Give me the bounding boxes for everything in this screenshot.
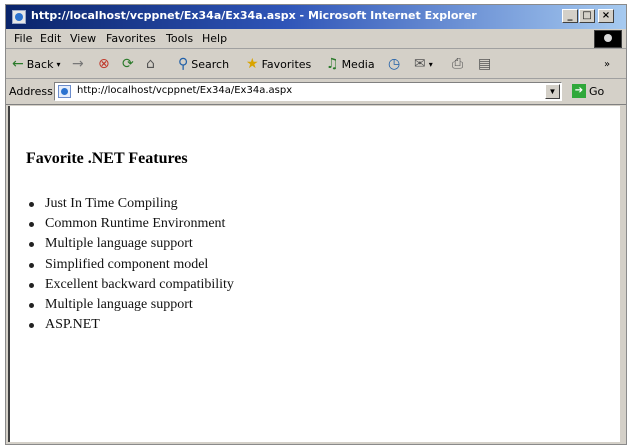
- menu-tools[interactable]: Tools: [166, 32, 193, 45]
- address-bar: Address http://localhost/vcppnet/Ex34a/E…: [6, 79, 626, 105]
- print-button[interactable]: ⎙: [452, 55, 466, 73]
- list-item: Multiple language support: [29, 234, 234, 254]
- refresh-button[interactable]: ⟳: [122, 55, 137, 73]
- favorites-button[interactable]: ★ Favorites: [246, 55, 311, 73]
- go-button[interactable]: ➔ Go: [572, 84, 604, 98]
- page-heading: Favorite .NET Features: [26, 150, 188, 167]
- menu-file[interactable]: File: [14, 32, 32, 45]
- go-label: Go: [589, 84, 605, 98]
- favorites-label: Favorites: [261, 57, 312, 71]
- browser-window: http://localhost/vcppnet/Ex34a/Ex34a.asp…: [5, 4, 627, 445]
- address-label: Address: [9, 85, 53, 98]
- back-button[interactable]: ← Back ▾: [12, 55, 63, 73]
- close-button[interactable]: ×: [598, 9, 614, 23]
- list-item: Multiple language support: [29, 295, 234, 315]
- window-title: http://localhost/vcppnet/Ex34a/Ex34a.asp…: [31, 9, 477, 22]
- chevron-down-icon: ▾: [428, 59, 433, 69]
- edit-button[interactable]: ▤: [478, 55, 494, 73]
- search-label: Search: [191, 57, 230, 71]
- edit-page-icon: ▤: [478, 56, 492, 72]
- media-label: Media: [341, 57, 375, 71]
- page-icon: [58, 85, 71, 98]
- ie-icon: [12, 10, 26, 24]
- page-content: Favorite .NET Features Just In Time Comp…: [8, 106, 620, 442]
- chevron-right-icon: »: [604, 58, 611, 70]
- history-icon: ◷: [388, 56, 401, 72]
- forward-arrow-icon: →: [72, 56, 84, 72]
- mail-button[interactable]: ✉ ▾: [414, 55, 436, 73]
- menu-view[interactable]: View: [70, 32, 96, 45]
- search-icon: ⚲: [178, 56, 189, 72]
- menu-edit[interactable]: Edit: [40, 32, 61, 45]
- history-button[interactable]: ◷: [388, 55, 403, 73]
- toolbar-overflow-button[interactable]: »: [604, 55, 613, 73]
- menu-bar: File Edit View Favorites Tools Help: [6, 29, 626, 49]
- search-button[interactable]: ⚲ Search: [178, 55, 229, 73]
- chevron-down-icon: ▾: [56, 59, 61, 69]
- list-item: Excellent backward compatibility: [29, 275, 234, 295]
- menu-help[interactable]: Help: [202, 32, 227, 45]
- windows-logo-icon: [594, 30, 622, 48]
- feature-list: Just In Time Compiling Common Runtime En…: [23, 194, 234, 335]
- media-button[interactable]: ♫ Media: [326, 55, 375, 73]
- back-label: Back: [26, 57, 54, 71]
- list-item: ASP.NET: [29, 315, 234, 335]
- list-item: Simplified component model: [29, 255, 234, 275]
- toolbar: ← Back ▾ → ⊗ ⟳ ⌂ ⚲ Search ★ Favorites ♫ …: [6, 49, 626, 79]
- refresh-icon: ⟳: [122, 56, 134, 72]
- list-item: Just In Time Compiling: [29, 194, 234, 214]
- favorites-star-icon: ★: [246, 56, 259, 72]
- stop-button[interactable]: ⊗: [98, 55, 113, 73]
- menu-favorites[interactable]: Favorites: [106, 32, 156, 45]
- address-input[interactable]: http://localhost/vcppnet/Ex34a/Ex34a.asp…: [54, 82, 562, 101]
- home-button[interactable]: ⌂: [146, 55, 158, 73]
- stop-icon: ⊗: [98, 56, 110, 72]
- address-dropdown-button[interactable]: ▼: [545, 84, 560, 99]
- title-bar[interactable]: http://localhost/vcppnet/Ex34a/Ex34a.asp…: [6, 5, 626, 29]
- home-icon: ⌂: [146, 56, 155, 72]
- back-arrow-icon: ←: [12, 56, 24, 72]
- forward-button[interactable]: →: [72, 55, 87, 73]
- media-icon: ♫: [326, 56, 339, 72]
- mail-icon: ✉: [414, 56, 426, 72]
- print-icon: ⎙: [452, 56, 464, 72]
- go-arrow-icon: ➔: [572, 84, 586, 98]
- maximize-button[interactable]: □: [579, 9, 595, 23]
- minimize-button[interactable]: _: [562, 9, 578, 23]
- address-url: http://localhost/vcppnet/Ex34a/Ex34a.asp…: [77, 85, 293, 96]
- list-item: Common Runtime Environment: [29, 214, 234, 234]
